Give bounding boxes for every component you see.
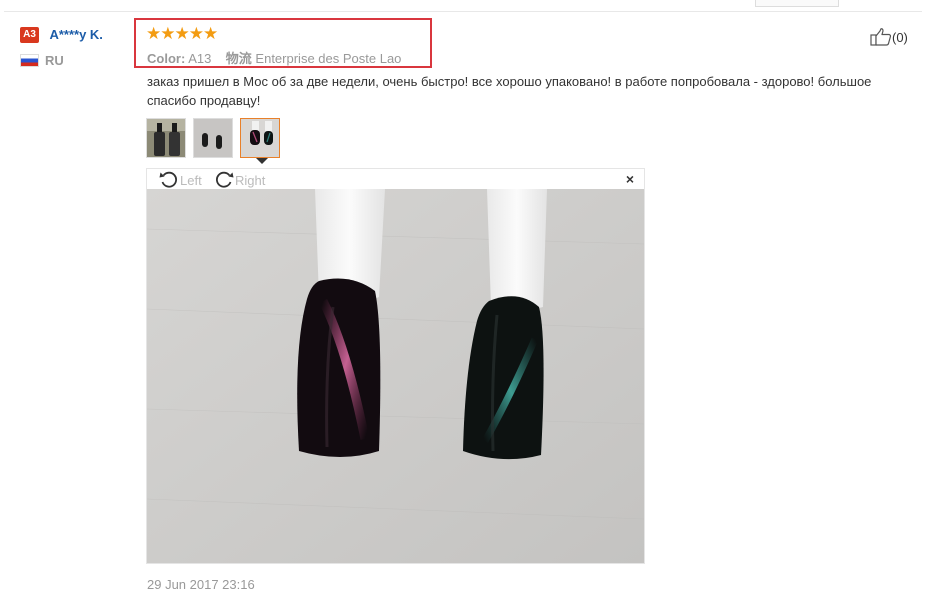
reviewer-info: A3 A****y K. — [20, 26, 103, 44]
top-control[interactable] — [755, 0, 839, 7]
reviewer-country: RU — [20, 53, 64, 68]
russia-flag-icon — [20, 54, 39, 67]
rotate-left-button[interactable]: Left — [159, 170, 202, 191]
close-viewer-icon[interactable]: × — [626, 171, 634, 187]
review-date: 29 Jun 2017 23:16 — [147, 577, 255, 592]
rotate-right-icon — [214, 170, 235, 191]
viewer-toolbar: Left Right × — [147, 169, 644, 189]
rating-stars: ★★★★★ — [146, 24, 218, 43]
user-level-badge: A3 — [20, 26, 39, 43]
photo-viewer: Left Right × — [146, 168, 645, 564]
reviewer-name[interactable]: A****y K. — [49, 27, 102, 42]
thumbs-up-icon — [870, 28, 892, 49]
shipping-label: 物流 — [225, 51, 252, 66]
review-text: заказ пришел в Мос об за две недели, оче… — [147, 74, 872, 108]
rotate-left-label: Left — [180, 173, 202, 188]
color-value: A13 — [188, 51, 212, 66]
review-photo-large — [147, 189, 644, 563]
selected-thumb-caret — [256, 158, 268, 164]
photo-thumbnail-1[interactable] — [146, 118, 186, 158]
order-info: Color: A13 物流 Enterprise des Poste Lao — [147, 48, 401, 67]
color-label: Color: — [147, 51, 186, 66]
helpful-button[interactable]: (0) — [870, 28, 908, 49]
country-code: RU — [45, 53, 64, 68]
photo-thumbnail-2[interactable] — [193, 118, 233, 158]
helpful-count: (0) — [892, 29, 908, 45]
shipping-value: Enterprise des Poste Lao — [255, 51, 402, 66]
photo-thumbnail-3-selected[interactable] — [240, 118, 280, 158]
rotate-right-button[interactable]: Right — [214, 170, 265, 191]
rotate-left-icon — [159, 170, 180, 191]
rotate-right-label: Right — [235, 173, 266, 188]
top-divider — [4, 11, 922, 12]
